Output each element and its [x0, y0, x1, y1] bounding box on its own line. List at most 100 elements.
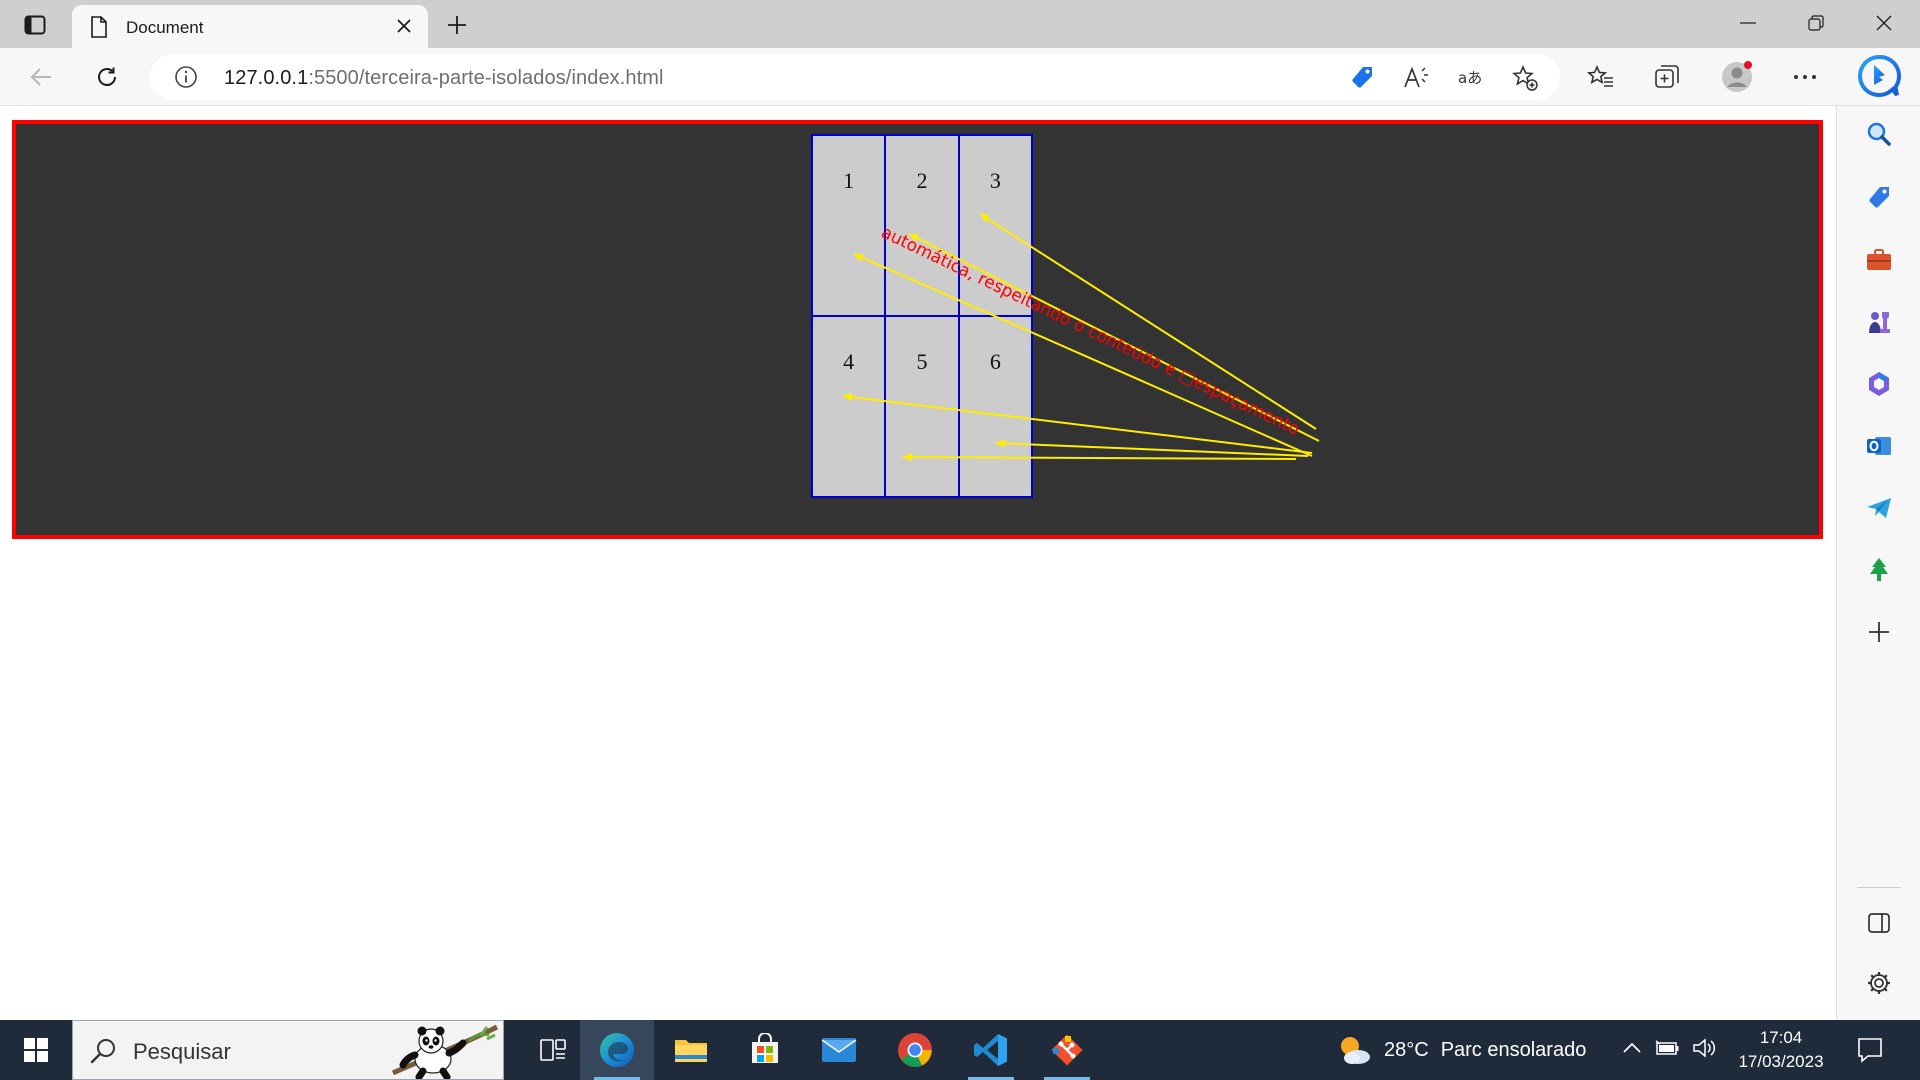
address-bar[interactable]: 127.0.0.1:5500/terceira-parte-isolados/i…	[150, 54, 1560, 100]
minimize-button[interactable]	[1714, 0, 1782, 46]
edge-sidebar	[1836, 106, 1920, 1020]
arrow-to-cell-5	[902, 453, 1297, 462]
close-tab-button[interactable]	[392, 14, 416, 38]
weather-condition: Parc ensolarado	[1440, 1038, 1587, 1061]
back-icon	[30, 68, 51, 86]
sidebar-toggle-icon	[1868, 913, 1890, 933]
tab-actions-button[interactable]	[18, 10, 52, 40]
task-view-button[interactable]	[516, 1020, 590, 1080]
show-hidden-icons-button[interactable]	[1622, 1041, 1642, 1060]
shopping-icon	[1869, 187, 1889, 208]
close-icon	[397, 19, 411, 33]
git-icon	[1051, 1034, 1083, 1066]
sidebar-tools-button[interactable]	[1859, 240, 1899, 280]
task-view-icon	[540, 1039, 566, 1061]
collections-icon	[1655, 65, 1679, 88]
more-icon	[1794, 75, 1816, 79]
profile-icon	[1722, 61, 1752, 92]
arrow-to-cell-6	[995, 439, 1309, 457]
more-button[interactable]	[1786, 58, 1824, 96]
restore-icon	[1808, 15, 1824, 31]
battery-icon	[1655, 1039, 1679, 1055]
restore-button[interactable]	[1782, 0, 1850, 46]
notifications-button[interactable]	[1850, 1032, 1890, 1068]
taskbar-git[interactable]	[1030, 1020, 1104, 1080]
sidebar-shopping-button[interactable]	[1859, 178, 1899, 218]
vscode-icon	[974, 1034, 1007, 1066]
volume-button[interactable]	[1692, 1037, 1716, 1063]
svg-text:aあ: aあ	[1458, 69, 1482, 87]
coupon-button[interactable]	[1344, 60, 1380, 96]
close-icon	[1876, 15, 1892, 31]
read-aloud-icon	[1404, 66, 1428, 88]
favorites-button[interactable]	[1582, 58, 1620, 96]
notification-icon	[1858, 1038, 1882, 1063]
sidebar-separator	[1857, 887, 1901, 888]
url-text[interactable]: 127.0.0.1:5500/terceira-parte-isolados/i…	[224, 67, 664, 90]
sidebar-games-button[interactable]	[1859, 302, 1899, 342]
taskbar-mail[interactable]	[802, 1020, 876, 1080]
sidebar-outlook-button[interactable]	[1859, 426, 1899, 466]
taskbar-clock[interactable]: 17:04 17/03/2023	[1736, 1026, 1826, 1074]
read-aloud-button[interactable]	[1399, 60, 1435, 96]
annotation-arrows: automática, respeitando o conteúdo e □es…	[842, 213, 1320, 462]
close-window-button[interactable]	[1850, 0, 1918, 46]
office-icon	[1869, 372, 1889, 396]
taskbar-search[interactable]: Pesquisar	[72, 1020, 504, 1080]
refresh-button[interactable]	[88, 58, 126, 96]
sidebar-toggle-button[interactable]	[1859, 903, 1899, 943]
back-button[interactable]	[22, 58, 60, 96]
clock-time: 17:04	[1759, 1028, 1803, 1047]
settings-icon	[1868, 972, 1890, 994]
telegram-icon	[1867, 498, 1891, 518]
start-button[interactable]	[12, 1026, 60, 1074]
sidebar-add-button[interactable]	[1859, 612, 1899, 652]
tab-title: Document	[126, 18, 204, 37]
tab-document[interactable]: Document	[72, 5, 428, 48]
partly-sunny-icon	[1341, 1037, 1370, 1064]
search-icon	[1867, 122, 1891, 146]
tools-icon	[1867, 249, 1891, 270]
windows-icon	[24, 1038, 48, 1062]
new-tab-button[interactable]	[440, 10, 474, 40]
sidebar-settings-button[interactable]	[1859, 963, 1899, 1003]
taskbar-store[interactable]	[728, 1020, 802, 1080]
battery-button[interactable]	[1654, 1039, 1680, 1062]
browser-toolbar: 127.0.0.1:5500/terceira-parte-isolados/i…	[0, 48, 1920, 106]
taskbar-vscode[interactable]	[954, 1020, 1028, 1080]
store-icon	[752, 1033, 778, 1063]
sidebar-search-button[interactable]	[1859, 114, 1899, 154]
bing-icon	[1858, 54, 1901, 97]
url-host: 127.0.0.1	[224, 67, 309, 89]
chevron-up-icon	[1623, 1042, 1641, 1053]
weather-widget[interactable]: 28°C Parc ensolarado	[1336, 1020, 1586, 1080]
sidebar-telegram-button[interactable]	[1859, 488, 1899, 528]
translate-icon: aあ	[1458, 69, 1482, 87]
profile-button[interactable]	[1718, 58, 1756, 96]
grid-container: 1 2 3 4 5 6 automática, respeitando o co…	[12, 120, 1823, 539]
url-path: :5500/terceira-parte-isolados/index.html	[308, 67, 664, 89]
info-icon[interactable]	[174, 65, 198, 94]
volume-icon	[1693, 1037, 1716, 1058]
bing-chat-button[interactable]	[1856, 53, 1902, 99]
taskbar-file-explorer[interactable]	[654, 1020, 728, 1080]
chrome-icon	[898, 1033, 932, 1067]
favorites-icon	[1587, 65, 1613, 87]
collections-button[interactable]	[1648, 58, 1686, 96]
add-favorite-button[interactable]	[1507, 60, 1543, 96]
tab-strip: Document	[0, 0, 1920, 48]
edge-icon	[600, 1033, 634, 1067]
arrow-to-cell-3	[979, 213, 1317, 430]
page-icon	[90, 16, 108, 43]
refresh-icon	[98, 67, 116, 86]
mail-icon	[821, 1038, 857, 1062]
plus-icon	[448, 16, 466, 34]
taskbar-edge[interactable]	[580, 1020, 654, 1080]
taskbar-chrome[interactable]	[878, 1020, 952, 1080]
page-viewport: 1 2 3 4 5 6 automática, respeitando o co…	[0, 106, 1836, 1020]
sidebar-office-button[interactable]	[1859, 364, 1899, 404]
weather-temperature: 28°C	[1384, 1038, 1429, 1061]
sidebar-tree-button[interactable]	[1859, 550, 1899, 590]
add-icon	[1869, 622, 1889, 642]
translate-button[interactable]: aあ	[1453, 60, 1489, 96]
